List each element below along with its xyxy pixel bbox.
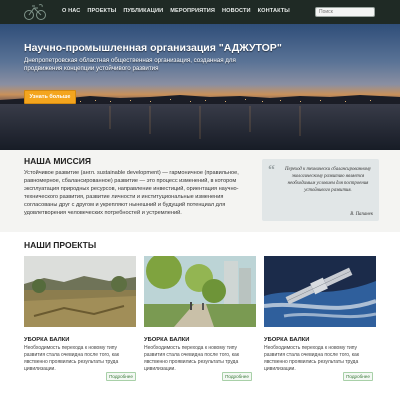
top-navbar: О НАС ПРОЕКТЫ ПУБЛИКАЦИИ МЕРОПРИЯТИЯ НОВ…: [0, 0, 400, 24]
menu-item-publications[interactable]: ПУБЛИКАЦИИ: [123, 8, 163, 14]
bicycle-logo-icon[interactable]: [23, 2, 47, 22]
hero-title: Научно-промышленная организация "АДЖУТОР…: [24, 42, 282, 54]
project-details-button[interactable]: Подробнее: [222, 372, 252, 381]
quote-text: Переход к технически сбалансированному э…: [285, 167, 371, 193]
menu-item-contacts[interactable]: КОНТАКТЫ: [258, 8, 290, 14]
project-text: Необходимость перехода к новому типу раз…: [24, 345, 120, 372]
project-title: УБОРКА БАЛКИ: [264, 337, 310, 343]
learn-more-button[interactable]: Узнать больше: [24, 90, 76, 104]
project-title: УБОРКА БАЛКИ: [144, 337, 190, 343]
search-input[interactable]: [315, 7, 375, 17]
menu-item-projects[interactable]: ПРОЕКТЫ: [87, 8, 116, 14]
project-text: Необходимость перехода к новому типу раз…: [144, 345, 240, 372]
quote-author: В. Папанек: [350, 212, 373, 217]
quote-mark-icon: “: [268, 163, 275, 178]
main-menu: О НАС ПРОЕКТЫ ПУБЛИКАЦИИ МЕРОПРИЯТИЯ НОВ…: [62, 8, 290, 14]
project-text: Необходимость перехода к новому типу раз…: [264, 345, 360, 372]
projects-heading: НАШИ ПРОЕКТЫ: [24, 240, 97, 250]
quote-box: “ Переход к технически сбалансированному…: [262, 159, 379, 221]
hero-subtitle: Днепропетровская областная общественная …: [24, 57, 236, 73]
menu-item-news[interactable]: НОВОСТИ: [222, 8, 251, 14]
project-image-satellite[interactable]: [264, 256, 376, 327]
menu-item-events[interactable]: МЕРОПРИЯТИЯ: [170, 8, 215, 14]
mission-text: Устойчивое развитие (англ. sustainable d…: [24, 170, 239, 216]
project-details-button[interactable]: Подробнее: [106, 372, 136, 381]
mission-heading: НАША МИССИЯ: [24, 156, 92, 166]
project-image-field[interactable]: [24, 256, 136, 327]
hero-banner: Научно-промышленная организация "АДЖУТОР…: [0, 24, 400, 150]
menu-item-about[interactable]: О НАС: [62, 8, 80, 14]
project-details-button[interactable]: Подробнее: [343, 372, 373, 381]
project-title: УБОРКА БАЛКИ: [24, 337, 70, 343]
project-image-park[interactable]: [144, 256, 256, 327]
